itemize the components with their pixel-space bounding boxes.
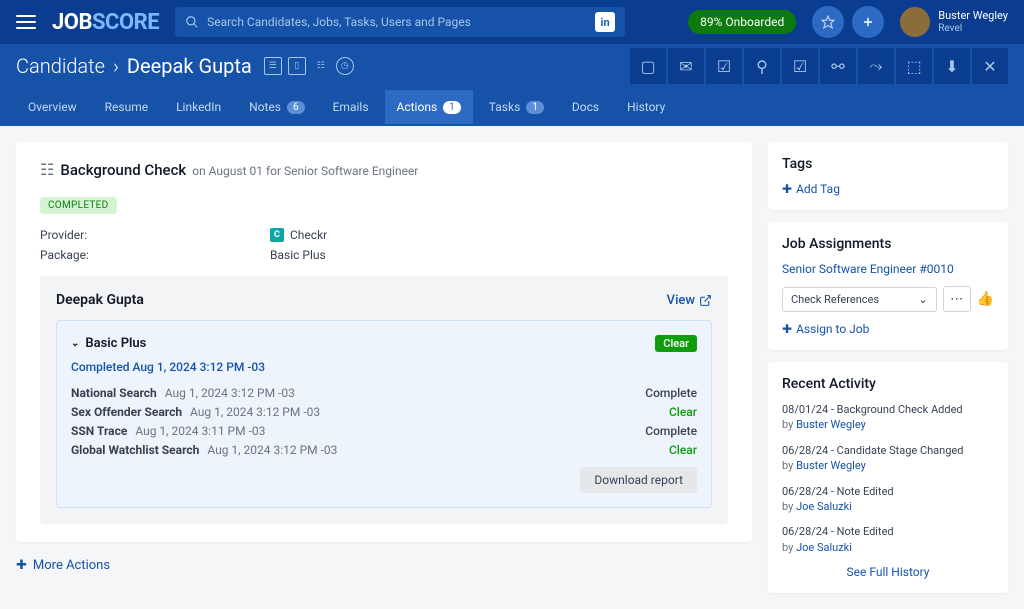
chevron-down-icon[interactable]: ⌄: [71, 338, 79, 349]
check-row: National SearchAug 1, 2024 3:12 PM -03Co…: [71, 386, 697, 400]
search-input[interactable]: [207, 15, 587, 29]
user-company: Revel: [938, 23, 1008, 35]
task-button[interactable]: ☑: [706, 48, 742, 84]
view-link[interactable]: View: [667, 293, 712, 308]
stage-select[interactable]: Check References⌄: [782, 287, 937, 312]
list-icon[interactable]: ☷: [312, 57, 330, 75]
breadcrumb: Candidate › Deepak Gupta ☰ ▯ ☷ ◷: [16, 54, 354, 78]
user-name: Buster Wegley: [938, 9, 1008, 22]
card-title: Background Check: [60, 161, 186, 179]
bg-check-card: ☷ Background Check on August 01 for Seni…: [16, 142, 752, 542]
header-actions: ▢ ✉ ☑ ⚲ ☑ ⚯ ⤳ ⬚ ⬇ ✕: [630, 48, 1008, 84]
completed-text: Completed Aug 1, 2024 3:12 PM -03: [71, 360, 697, 374]
tabs: OverviewResumeLinkedInNotes6EmailsAction…: [0, 88, 1024, 126]
check-row: Global Watchlist SearchAug 1, 2024 3:12 …: [71, 443, 697, 457]
check-row: SSN TraceAug 1, 2024 3:11 PM -03Complete: [71, 424, 697, 438]
resume-icon[interactable]: ☰: [264, 57, 282, 75]
breadcrumb-root[interactable]: Candidate: [16, 54, 105, 78]
package-label: Package:: [40, 248, 270, 262]
clear-badge: Clear: [655, 335, 697, 352]
people-button[interactable]: ⚲: [744, 48, 780, 84]
job-link[interactable]: Senior Software Engineer #0010: [782, 262, 994, 276]
lock-button[interactable]: ⬚: [896, 48, 932, 84]
checklist-icon: ☷: [40, 160, 54, 179]
check-button[interactable]: ☑: [782, 48, 818, 84]
avatar: [900, 7, 930, 37]
tab-actions[interactable]: Actions1: [385, 90, 473, 124]
activity-card: Recent Activity 08/01/24 - Background Ch…: [768, 362, 1008, 593]
checkr-icon: C: [270, 228, 284, 242]
email-button[interactable]: ✉: [668, 48, 704, 84]
package-detail: ⌄ Basic Plus Clear Completed Aug 1, 2024 …: [56, 320, 712, 508]
search-bar[interactable]: in: [175, 7, 625, 37]
add-button[interactable]: [852, 6, 884, 38]
tab-docs[interactable]: Docs: [560, 90, 611, 124]
activity-item: 06/28/24 - Note Editedby Joe Saluzki: [782, 524, 994, 555]
package-value: Basic Plus: [270, 248, 326, 262]
pkg-name: Basic Plus: [85, 336, 146, 351]
external-icon: [699, 294, 712, 307]
activity-title: Recent Activity: [782, 376, 994, 392]
result-name: Deepak Gupta: [56, 292, 144, 308]
share-button[interactable]: ⤳: [858, 48, 894, 84]
onboard-badge[interactable]: 89% Onboarded: [688, 10, 796, 34]
download-report-button[interactable]: Download report: [580, 467, 697, 493]
job-more-button[interactable]: ⋯: [943, 286, 971, 312]
status-badge: COMPLETED: [40, 197, 117, 214]
tab-overview[interactable]: Overview: [16, 90, 89, 124]
tags-title: Tags: [782, 156, 994, 172]
jobs-card: Job Assignments Senior Software Engineer…: [768, 222, 1008, 350]
close-button[interactable]: ✕: [972, 48, 1008, 84]
chevron-down-icon: ⌄: [918, 293, 927, 306]
tab-emails[interactable]: Emails: [321, 90, 381, 124]
stats-icon[interactable]: ▯: [288, 57, 306, 75]
logo[interactable]: JOBSCORE: [52, 10, 159, 35]
tags-card: Tags ✚Add Tag: [768, 142, 1008, 210]
activity-item: 06/28/24 - Candidate Stage Changedby Bus…: [782, 443, 994, 474]
menu-icon[interactable]: [16, 15, 36, 29]
note-button[interactable]: ▢: [630, 48, 666, 84]
result-box: Deepak Gupta View ⌄ Basic Plus Clear Comp…: [40, 276, 728, 524]
user-menu[interactable]: Buster Wegley Revel: [900, 7, 1008, 37]
topbar: JOBSCORE in 89% Onboarded Buster Wegley …: [0, 0, 1024, 44]
tab-tasks[interactable]: Tasks1: [477, 90, 556, 124]
page-header: Candidate › Deepak Gupta ☰ ▯ ☷ ◷ ▢ ✉ ☑ ⚲…: [0, 44, 1024, 88]
check-row: Sex Offender SearchAug 1, 2024 3:12 PM -…: [71, 405, 697, 419]
linkedin-icon[interactable]: in: [595, 12, 615, 32]
provider-value: Checkr: [290, 228, 327, 242]
add-tag-link[interactable]: ✚Add Tag: [782, 182, 994, 196]
more-actions-link[interactable]: ✚ More Actions: [16, 558, 752, 573]
clock-icon[interactable]: ◷: [336, 57, 354, 75]
tab-notes[interactable]: Notes6: [237, 90, 317, 124]
link-button[interactable]: ⚯: [820, 48, 856, 84]
provider-label: Provider:: [40, 228, 270, 242]
plus-icon: ✚: [782, 322, 792, 336]
pin-button[interactable]: [812, 6, 844, 38]
card-subtitle: on August 01 for Senior Software Enginee…: [192, 164, 418, 178]
jobs-title: Job Assignments: [782, 236, 994, 252]
activity-item: 06/28/24 - Note Editedby Joe Saluzki: [782, 484, 994, 515]
chevron-right-icon: ›: [113, 54, 119, 78]
tab-resume[interactable]: Resume: [93, 90, 160, 124]
plus-icon: ✚: [782, 182, 792, 196]
download-button[interactable]: ⬇: [934, 48, 970, 84]
thumbs-up-icon[interactable]: 👍: [977, 291, 994, 307]
assign-job-link[interactable]: ✚Assign to Job: [782, 322, 994, 336]
search-icon: [185, 15, 199, 29]
top-icons: [812, 6, 884, 38]
full-history-link[interactable]: See Full History: [782, 565, 994, 579]
activity-item: 08/01/24 - Background Check Addedby Bust…: [782, 402, 994, 433]
plus-icon: ✚: [16, 558, 27, 573]
tab-history[interactable]: History: [615, 90, 677, 124]
candidate-name: Deepak Gupta: [127, 54, 252, 78]
tab-linkedin[interactable]: LinkedIn: [164, 90, 233, 124]
